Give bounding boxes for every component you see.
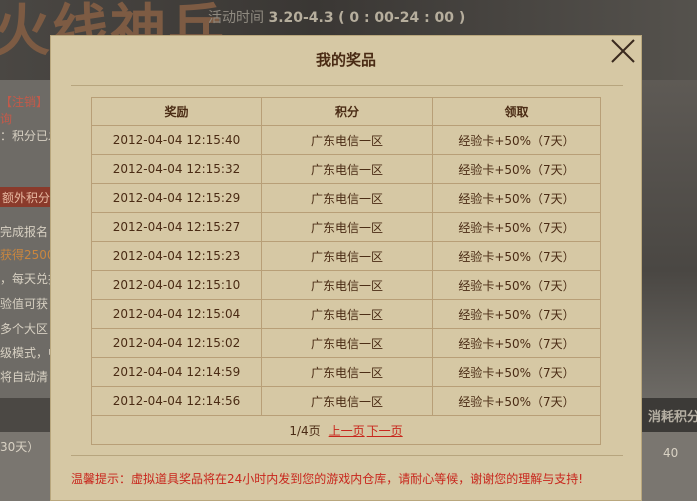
tip-text: 温馨提示：虚拟道具奖品将在24小时内发到您的游戏内仓库，请耐心等候，谢谢您的理解…: [71, 472, 584, 486]
table-row: 2012-04-04 12:15:10 广东电信一区 经验卡+50%（7天）: [91, 270, 601, 300]
bg-line-exp: 验值可获: [0, 297, 49, 311]
table-row: 2012-04-04 12:15:29 广东电信一区 经验卡+50%（7天）: [91, 183, 601, 213]
cell-region: 广东电信一区: [261, 212, 433, 242]
event-date: 3.20-4.3: [268, 10, 334, 26]
cell-item: 经验卡+50%（7天）: [432, 270, 601, 300]
bg-line-clear: 将自动清: [0, 370, 49, 384]
bg-line-regions: 多个大区: [0, 322, 49, 336]
bg-line-signup: 完成报名: [0, 225, 49, 239]
table-header-row: 奖励 积分 领取: [91, 97, 601, 126]
table-row: 2012-04-04 12:14:59 广东电信一区 经验卡+50%（7天）: [91, 357, 601, 387]
cell-item: 经验卡+50%（7天）: [432, 386, 601, 416]
event-time: 活动时间 3.20-4.3 ( 0 : 00-24 : 00 ): [208, 7, 465, 27]
cell-item: 经验卡+50%（7天）: [432, 328, 601, 358]
bg-points-value: 40: [663, 446, 679, 460]
cell-time: 2012-04-04 12:15:10: [91, 270, 262, 300]
cell-item: 经验卡+50%（7天）: [432, 212, 601, 242]
cell-region: 广东电信一区: [261, 125, 433, 155]
event-hours: ( 0 : 00-24 : 00 ): [338, 10, 466, 26]
event-time-label: 活动时间: [208, 10, 264, 26]
cell-time: 2012-04-04 12:14:56: [91, 386, 262, 416]
cell-time: 2012-04-04 12:15:29: [91, 183, 262, 213]
cell-region: 广东电信一区: [261, 154, 433, 184]
bg-line-reward: 获得2500: [0, 248, 55, 262]
table-row: 2012-04-04 12:15:04 广东电信一区 经验卡+50%（7天）: [91, 299, 601, 329]
cell-item: 经验卡+50%（7天）: [432, 241, 601, 271]
close-x-icon[interactable]: [608, 36, 638, 66]
background-right-image: [640, 80, 697, 398]
cell-time: 2012-04-04 12:15:04: [91, 299, 262, 329]
close-x-icon-graphic: [611, 39, 635, 63]
cell-time: 2012-04-04 12:14:59: [91, 357, 262, 387]
tip-divider: [71, 455, 623, 456]
cell-region: 广东电信一区: [261, 183, 433, 213]
column-header-claim: 领取: [432, 97, 601, 126]
pager: 1/4页 上一页 下一页: [91, 415, 601, 445]
bg-duration: 30天）: [0, 440, 40, 454]
next-page-link[interactable]: 下一页: [367, 424, 403, 438]
cell-item: 经验卡+50%（7天）: [432, 299, 601, 329]
bonus-points-tag: 额外积分: [0, 187, 50, 207]
consume-points-header: 消耗积分: [640, 398, 697, 432]
cell-region: 广东电信一区: [261, 299, 433, 329]
table-row: 2012-04-04 12:15:32 广东电信一区 经验卡+50%（7天）: [91, 154, 601, 184]
page-indicator: 1/4页: [289, 423, 321, 438]
bg-line-logout[interactable]: 【注销】: [0, 93, 48, 110]
cell-region: 广东电信一区: [261, 328, 433, 358]
table-row: 2012-04-04 12:15:23 广东电信一区 经验卡+50%（7天）: [91, 241, 601, 271]
table-row: 2012-04-04 12:15:27 广东电信一区 经验卡+50%（7天）: [91, 212, 601, 242]
cell-region: 广东电信一区: [261, 270, 433, 300]
bonus-points-tag-label: 额外积分: [2, 191, 51, 205]
column-header-points: 积分: [261, 97, 433, 126]
cell-item: 经验卡+50%（7天）: [432, 357, 601, 387]
table-row: 2012-04-04 12:14:56 广东电信一区 经验卡+50%（7天）: [91, 386, 601, 416]
cell-region: 广东电信一区: [261, 386, 433, 416]
consume-points-label: 消耗积分: [648, 410, 697, 425]
my-prizes-modal: 我的奖品 奖励 积分 领取 2012-04-04 12:15:40 广东电信一区…: [50, 35, 642, 501]
cell-region: 广东电信一区: [261, 241, 433, 271]
cell-item: 经验卡+50%（7天）: [432, 183, 601, 213]
table-row: 2012-04-04 12:15:02 广东电信一区 经验卡+50%（7天）: [91, 328, 601, 358]
title-divider: [71, 85, 623, 86]
prizes-table: 奖励 积分 领取 2012-04-04 12:15:40 广东电信一区 经验卡+…: [91, 97, 601, 445]
modal-title: 我的奖品: [315, 51, 376, 69]
cell-time: 2012-04-04 12:15:27: [91, 212, 262, 242]
cell-item: 经验卡+50%（7天）: [432, 154, 601, 184]
pager-row: 1/4页 上一页 下一页: [91, 415, 601, 445]
bg-line-query: 询: [0, 112, 13, 126]
table-row: 2012-04-04 12:15:40 广东电信一区 经验卡+50%（7天）: [91, 125, 601, 155]
cell-region: 广东电信一区: [261, 357, 433, 387]
cell-time: 2012-04-04 12:15:23: [91, 241, 262, 271]
cell-time: 2012-04-04 12:15:32: [91, 154, 262, 184]
cell-item: 经验卡+50%（7天）: [432, 125, 601, 155]
cell-time: 2012-04-04 12:15:02: [91, 328, 262, 358]
prev-page-link[interactable]: 上一页: [329, 424, 365, 438]
column-header-reward: 奖励: [91, 97, 262, 126]
cell-time: 2012-04-04 12:15:40: [91, 125, 262, 155]
